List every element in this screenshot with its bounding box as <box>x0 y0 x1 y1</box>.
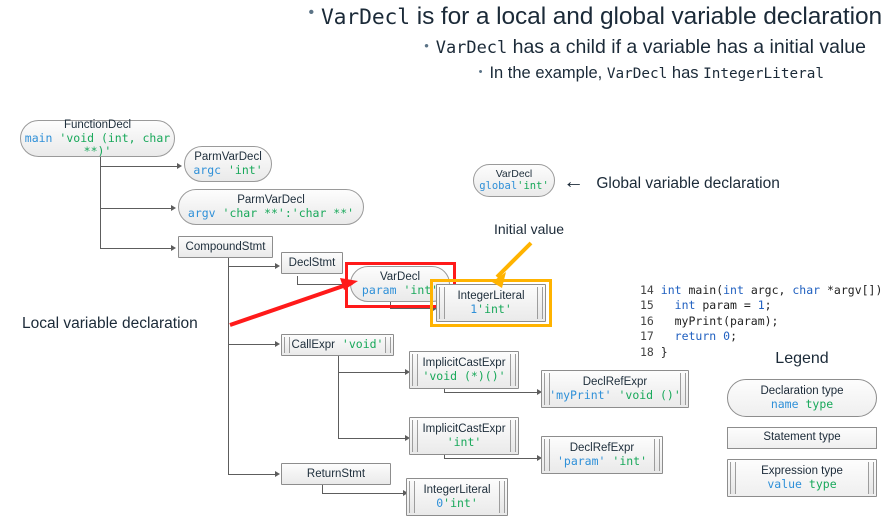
arrow-head-icon <box>275 340 280 347</box>
highlight-initial-value <box>430 279 552 327</box>
node-detail: global'int' <box>479 179 549 192</box>
callout-global-text: Global variable declaration <box>596 175 780 192</box>
node-detail: main 'void (int, char **)' <box>24 131 171 158</box>
bullet-level-3-text: In the example, VarDecl has IntegerLiter… <box>489 64 824 82</box>
bullet-marker-icon: • <box>308 4 314 21</box>
arrow-head-icon <box>275 262 280 269</box>
legend-item-statement: Statement type <box>727 427 877 449</box>
edge-compound-declstmt <box>228 266 276 267</box>
orange-arrow-line <box>495 241 533 279</box>
ast-node-return-stmt[interactable]: ReturnStmt <box>281 463 391 485</box>
bullet-list: • VarDecl is for a local and global vari… <box>0 0 890 83</box>
edge-functiondecl-argv <box>100 208 172 209</box>
ast-node-implicit-cast-expr-int[interactable]: ImplicitCastExpr 'int' <box>409 417 519 455</box>
arrow-head-icon <box>171 244 176 251</box>
edge-functiondecl-spine <box>100 155 101 248</box>
ast-node-function-decl[interactable]: FunctionDecl main 'void (int, char **)' <box>20 119 175 158</box>
bullet-level-1-text: VarDecl is for a local and global variab… <box>320 3 882 30</box>
arrow-head-icon <box>177 162 182 169</box>
legend-declaration-detail: name type <box>770 397 834 411</box>
bullet-level-1: • VarDecl is for a local and global vari… <box>0 3 890 31</box>
bullet-level-3: • In the example, VarDecl has IntegerLit… <box>0 64 890 83</box>
callout-initial-value: Initial value <box>494 221 565 237</box>
node-detail: 'param' 'int' <box>556 454 648 468</box>
legend-statement-label: Statement type <box>763 431 841 444</box>
bullet-marker-icon: • <box>424 38 429 53</box>
bullet-level-2: • VarDecl has a child if a variable has … <box>0 36 890 59</box>
callout-local-variable: Local variable declaration <box>22 315 198 332</box>
edge-cast2-ref2-h <box>444 458 538 459</box>
node-detail: 'void (*)()' <box>422 369 506 383</box>
ast-node-decl-stmt[interactable]: DeclStmt <box>281 252 343 274</box>
legend-expression-detail: value type <box>767 477 837 491</box>
ast-node-implicit-cast-expr-void[interactable]: ImplicitCastExpr 'void (*)()' <box>409 351 519 389</box>
node-detail: argc 'int' <box>193 163 263 177</box>
edge-declstmt-vardecl-v <box>297 276 298 284</box>
node-detail: 'int' <box>446 435 482 449</box>
bullet-level-2-text: VarDecl has a child if a variable has a … <box>435 36 866 58</box>
legend-title: Legend <box>775 350 829 367</box>
edge-vardecl-literal-h <box>390 308 434 309</box>
edge-return-literal-v <box>322 484 323 493</box>
edge-callexpr-cast1 <box>338 372 406 373</box>
red-arrow-line <box>229 281 353 327</box>
node-title: ReturnStmt <box>306 467 366 480</box>
ast-node-integer-literal-0[interactable]: IntegerLiteral 0'int' <box>406 478 508 516</box>
bullet-marker-icon: • <box>478 66 483 78</box>
edge-declstmt-vardecl-h <box>297 284 347 285</box>
legend: Legend Declaration type name type Statem… <box>727 350 877 497</box>
slide-canvas: • VarDecl is for a local and global vari… <box>0 0 890 528</box>
legend-item-expression: Expression type value type <box>727 459 877 497</box>
arrow-head-icon <box>275 470 280 477</box>
edge-compound-callexpr <box>228 344 276 345</box>
edge-callexpr-spine <box>338 354 339 438</box>
ast-node-parm-var-decl-argc[interactable]: ParmVarDecl argc 'int' <box>184 146 272 182</box>
ast-node-var-decl-global[interactable]: VarDecl global'int' <box>473 164 555 197</box>
edge-cast1-ref1-h <box>444 392 538 393</box>
node-title: CompoundStmt <box>185 240 266 253</box>
arrow-head-icon <box>171 204 176 211</box>
node-detail: argv 'char **':'char **' <box>187 206 355 220</box>
edge-functiondecl-argc <box>100 166 178 167</box>
edge-compound-returnstmt <box>228 474 276 475</box>
ast-node-parm-var-decl-argv[interactable]: ParmVarDecl argv 'char **':'char **' <box>178 189 364 225</box>
callout-global-variable: ← Global variable declaration <box>563 170 780 194</box>
edge-callexpr-cast2 <box>338 438 406 439</box>
edge-compound-spine <box>228 258 229 474</box>
node-detail: 0'int' <box>436 496 478 510</box>
left-arrow-icon: ← <box>563 170 584 193</box>
code-listing: 14 int main(int argc, char *argv[]) { 15… <box>640 282 890 359</box>
node-detail: 'myPrint' 'void ()' <box>549 388 681 402</box>
node-title: DeclStmt <box>288 256 336 269</box>
ast-node-call-expr[interactable]: CallExpr 'void' <box>281 334 394 356</box>
ast-node-decl-ref-expr-param[interactable]: DeclRefExpr 'param' 'int' <box>541 436 663 474</box>
node-detail: CallExpr 'void' <box>291 337 384 352</box>
edge-return-literal-h <box>322 493 404 494</box>
legend-item-declaration: Declaration type name type <box>727 379 877 417</box>
ast-node-compound-stmt[interactable]: CompoundStmt <box>178 236 273 258</box>
edge-functiondecl-compound <box>100 248 172 249</box>
ast-node-decl-ref-expr-myprint[interactable]: DeclRefExpr 'myPrint' 'void ()' <box>541 370 689 408</box>
